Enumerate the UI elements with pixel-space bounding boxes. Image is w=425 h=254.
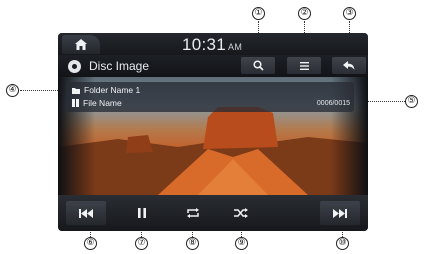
repeat-button[interactable] (173, 201, 213, 225)
callout-7: ⑦ (135, 237, 148, 250)
callout-6: ⑥ (84, 237, 97, 250)
clock-time: 10:31 (182, 35, 227, 54)
track-info-panel: Folder Name 1 File Name 0006/0015 (66, 82, 354, 112)
previous-track-icon (79, 208, 93, 218)
search-icon (252, 60, 264, 71)
previous-button[interactable] (66, 201, 106, 225)
playback-controls (58, 195, 368, 231)
back-icon (343, 60, 355, 70)
head-unit-screen: 10:31 AM Disc Image Folder Name 1 File N… (58, 33, 368, 231)
home-icon (75, 39, 87, 50)
disc-icon (68, 60, 81, 73)
repeat-icon (187, 208, 199, 218)
title-bar: Disc Image (58, 55, 368, 77)
clock-ampm: AM (228, 42, 243, 52)
folder-row: Folder Name 1 (72, 85, 140, 95)
pause-icon (138, 208, 146, 218)
pause-button[interactable] (122, 201, 162, 225)
callout-8: ⑧ (186, 237, 199, 250)
menu-icon (299, 61, 309, 70)
next-button[interactable] (320, 201, 360, 225)
shuffle-button[interactable] (221, 201, 261, 225)
clock: 10:31 AM (182, 35, 242, 55)
callout-4: ④ (6, 84, 19, 97)
folder-name: Folder Name 1 (84, 85, 141, 95)
leader-line (20, 90, 60, 91)
callout-5: ⑤ (405, 95, 418, 108)
page-title: Disc Image (89, 59, 150, 73)
back-button[interactable] (332, 57, 366, 74)
menu-button[interactable] (287, 57, 321, 74)
file-icon (72, 99, 79, 107)
next-track-icon (333, 208, 347, 218)
callout-10: ⑩ (336, 237, 349, 250)
status-bar: 10:31 AM (58, 33, 368, 55)
callout-9: ⑨ (235, 237, 248, 250)
leader-line (366, 101, 405, 102)
shuffle-icon (234, 208, 248, 218)
callout-2: ② (298, 7, 311, 20)
search-button[interactable] (241, 57, 275, 74)
home-button[interactable] (62, 35, 100, 54)
callout-1: ① (252, 7, 265, 20)
track-counter: 0006/0015 (316, 100, 350, 107)
folder-icon (72, 87, 80, 94)
callout-3: ③ (343, 7, 356, 20)
file-row: File Name (72, 98, 122, 108)
file-name: File Name (83, 98, 122, 108)
